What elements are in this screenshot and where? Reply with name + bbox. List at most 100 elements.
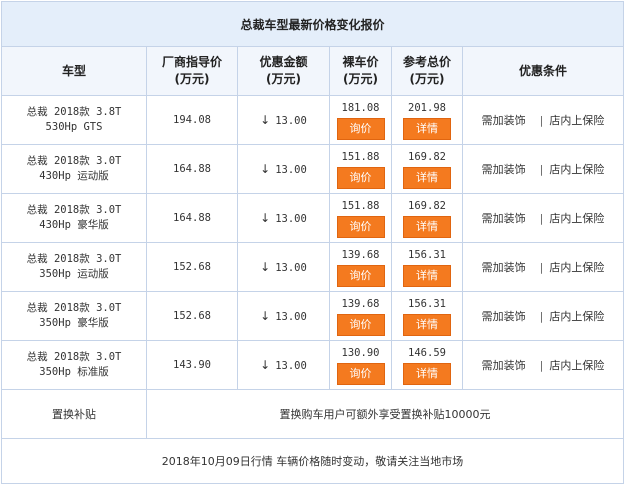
- model-name-line1: 总裁 2018款 3.0T: [26, 155, 122, 167]
- model-name-line2: 350Hp 运动版: [39, 268, 109, 280]
- conditions-cell: 需加装饰 | 店内上保险: [461, 95, 625, 145]
- net-price-cell: 181.08 询价: [329, 95, 392, 145]
- detail-button[interactable]: 详情: [403, 264, 451, 287]
- condition-decoration: 需加装饰: [481, 163, 526, 176]
- inquire-button[interactable]: 询价: [336, 264, 385, 287]
- conditions-cell: 需加装饰 | 店内上保险: [461, 340, 625, 390]
- total-price-cell: 156.31 详情: [391, 242, 463, 292]
- discount-cell: ↓ 13.00: [237, 242, 330, 292]
- total-price-value: 169.82: [408, 150, 446, 163]
- table-title: 总裁车型最新价格变化报价: [0, 1, 625, 47]
- model-name-line1: 总裁 2018款 3.0T: [26, 302, 122, 314]
- condition-insurance: 店内上保险: [549, 212, 605, 225]
- inquire-button[interactable]: 询价: [336, 166, 385, 189]
- header-net-price: 裸车价 (万元): [329, 46, 392, 96]
- model-name-line2: 350Hp 豪华版: [39, 317, 109, 329]
- model-name-line2: 430Hp 运动版: [39, 170, 109, 182]
- header-model: 车型: [1, 46, 147, 96]
- model-cell: 总裁 2018款 3.0T 350Hp 运动版: [1, 242, 147, 292]
- net-price-value: 130.90: [341, 346, 380, 359]
- detail-button[interactable]: 详情: [403, 313, 451, 336]
- net-price-value: 151.88: [341, 150, 380, 163]
- arrow-down-icon: ↓: [260, 162, 271, 176]
- subsidy-row: 置换补贴 置换购车用户可额外享受置换补贴10000元: [1, 389, 625, 439]
- total-price-value: 169.82: [408, 199, 446, 212]
- model-cell: 总裁 2018款 3.0T 350Hp 豪华版: [1, 291, 147, 341]
- discount-value: 13.00: [275, 360, 307, 372]
- model-name-line1: 总裁 2018款 3.0T: [26, 253, 122, 265]
- conditions-cell: 需加装饰 | 店内上保险: [461, 193, 625, 243]
- table-title-row: 总裁车型最新价格变化报价: [0, 1, 625, 47]
- discount-cell: ↓ 13.00: [237, 193, 330, 243]
- inquire-button[interactable]: 询价: [336, 117, 385, 140]
- msrp-cell: 194.08: [146, 95, 238, 145]
- msrp-cell: 164.88: [146, 193, 238, 243]
- model-name-line2: 430Hp 豪华版: [39, 219, 109, 231]
- condition-separator: |: [539, 359, 544, 372]
- detail-button[interactable]: 详情: [403, 362, 451, 385]
- total-price-value: 156.31: [408, 248, 446, 261]
- table-row: 总裁 2018款 3.8T 530Hp GTS 194.08 ↓ 13.00 181.08…: [1, 95, 625, 145]
- condition-separator: |: [539, 212, 544, 225]
- msrp-cell: 152.68: [146, 242, 238, 292]
- discount-cell: ↓ 13.00: [237, 144, 330, 194]
- model-name-line2: 530Hp GTS: [45, 121, 103, 133]
- msrp-cell: 164.88: [146, 144, 238, 194]
- condition-separator: |: [539, 163, 544, 176]
- net-price-cell: 130.90 询价: [329, 340, 392, 390]
- condition-decoration: 需加装饰: [481, 359, 526, 372]
- total-price-cell: 156.31 详情: [391, 291, 463, 341]
- arrow-down-icon: ↓: [260, 113, 271, 127]
- detail-button[interactable]: 详情: [403, 117, 451, 140]
- net-price-value: 139.68: [341, 248, 380, 261]
- discount-value: 13.00: [275, 262, 307, 274]
- net-price-cell: 139.68 询价: [329, 242, 392, 292]
- total-price-value: 201.98: [408, 101, 446, 114]
- condition-separator: |: [539, 310, 544, 323]
- subsidy-text: 置换购车用户可额外享受置换补贴10000元: [145, 389, 625, 439]
- model-name-line1: 总裁 2018款 3.0T: [26, 351, 122, 363]
- discount-cell: ↓ 13.00: [237, 291, 330, 341]
- table-row: 总裁 2018款 3.0T 350Hp 豪华版 152.68 ↓ 13.00 139.68…: [1, 291, 625, 341]
- net-price-cell: 139.68 询价: [329, 291, 392, 341]
- msrp-cell: 143.90: [146, 340, 238, 390]
- header-msrp: 厂商指导价 (万元): [146, 46, 238, 96]
- price-table: 总裁车型最新价格变化报价 车型 厂商指导价 (万元) 优惠金额 (万元) 裸车价 (万…: [0, 1, 625, 484]
- condition-separator: |: [539, 261, 544, 274]
- model-name-line1: 总裁 2018款 3.0T: [26, 204, 122, 216]
- conditions-cell: 需加装饰 | 店内上保险: [461, 242, 625, 292]
- model-name-line2: 350Hp 标准版: [39, 366, 109, 378]
- discount-value: 13.00: [275, 115, 307, 127]
- condition-decoration: 需加装饰: [481, 114, 526, 127]
- arrow-down-icon: ↓: [260, 358, 271, 372]
- model-cell: 总裁 2018款 3.0T 430Hp 豪华版: [1, 193, 147, 243]
- header-conditions: 优惠条件: [461, 46, 625, 96]
- subsidy-label: 置换补贴: [1, 389, 147, 439]
- table-row: 总裁 2018款 3.0T 350Hp 标准版 143.90 ↓ 13.00 130.90…: [1, 340, 625, 390]
- detail-button[interactable]: 详情: [403, 166, 451, 189]
- discount-cell: ↓ 13.00: [237, 340, 330, 390]
- price-table-container: 总裁车型最新价格变化报价 车型 厂商指导价 (万元) 优惠金额 (万元) 裸车价 (万…: [0, 1, 625, 484]
- table-row: 总裁 2018款 3.0T 350Hp 运动版 152.68 ↓ 13.00 139.68…: [1, 242, 625, 292]
- discount-value: 13.00: [275, 311, 307, 323]
- net-price-value: 139.68: [341, 297, 380, 310]
- condition-insurance: 店内上保险: [549, 163, 605, 176]
- inquire-button[interactable]: 询价: [336, 362, 385, 385]
- model-cell: 总裁 2018款 3.0T 430Hp 运动版: [1, 144, 147, 194]
- arrow-down-icon: ↓: [260, 211, 271, 225]
- net-price-value: 181.08: [341, 101, 380, 114]
- inquire-button[interactable]: 询价: [336, 313, 385, 336]
- table-row: 总裁 2018款 3.0T 430Hp 运动版 164.88 ↓ 13.00 151.88…: [1, 144, 625, 194]
- condition-decoration: 需加装饰: [481, 212, 526, 225]
- total-price-value: 156.31: [408, 297, 446, 310]
- arrow-down-icon: ↓: [260, 260, 271, 274]
- total-price-cell: 146.59 详情: [391, 340, 463, 390]
- total-price-cell: 169.82 详情: [391, 193, 463, 243]
- condition-decoration: 需加装饰: [481, 261, 526, 274]
- model-name-line1: 总裁 2018款 3.8T: [26, 106, 122, 118]
- detail-button[interactable]: 详情: [403, 215, 451, 238]
- inquire-button[interactable]: 询价: [336, 215, 385, 238]
- discount-cell: ↓ 13.00: [237, 95, 330, 145]
- arrow-down-icon: ↓: [260, 309, 271, 323]
- footer-row: 2018年10月09日行情 车辆价格随时变动，敬请关注当地市场: [0, 438, 625, 484]
